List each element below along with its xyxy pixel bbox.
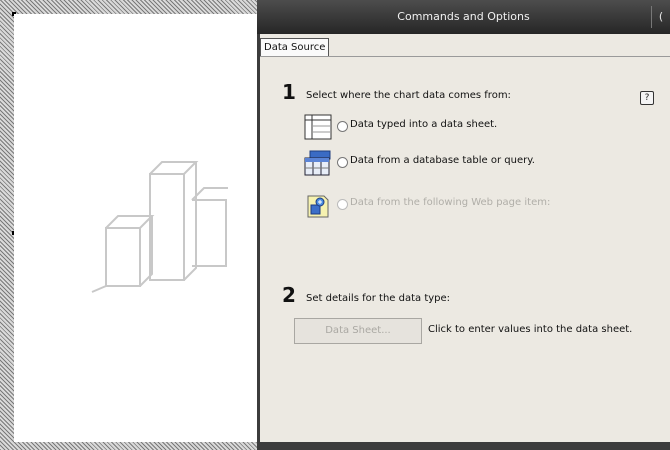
step-1-number: 1 [282,80,296,104]
option-label: Data from the following Web page item: [350,197,551,208]
panel-titlebar[interactable]: Commands and Options ( [257,0,670,34]
chart-placeholder-icon [91,161,228,293]
chart-selection-frame[interactable] [0,0,262,450]
database-icon [304,150,331,176]
step-2-number: 2 [282,283,296,307]
panel-title: Commands and Options [397,10,530,23]
radio-database[interactable] [337,157,348,168]
datasheet-icon [304,114,332,140]
tab-divider [260,56,670,57]
data-sheet-button-help: Click to enter values into the data shee… [428,324,633,335]
step-1-instruction: Select where the chart data comes from: [306,90,511,101]
panel-body: Data Source 1 Select where the chart dat… [260,34,670,442]
radio-web-page-item[interactable] [337,199,348,210]
data-sheet-button[interactable]: Data Sheet... [294,318,422,344]
tab-data-source[interactable]: Data Source [260,38,330,57]
commands-options-panel: Commands and Options ( Data Source 1 Sel… [257,0,670,450]
option-label: Data from a database table or query. [350,155,535,166]
radio-data-sheet[interactable] [337,121,348,132]
webpage-item-icon [307,195,329,218]
title-bar-button[interactable]: ( [651,6,670,28]
step-2-instruction: Set details for the data type: [306,293,451,304]
help-icon[interactable]: ? [640,91,654,105]
option-label: Data typed into a data sheet. [350,119,498,130]
